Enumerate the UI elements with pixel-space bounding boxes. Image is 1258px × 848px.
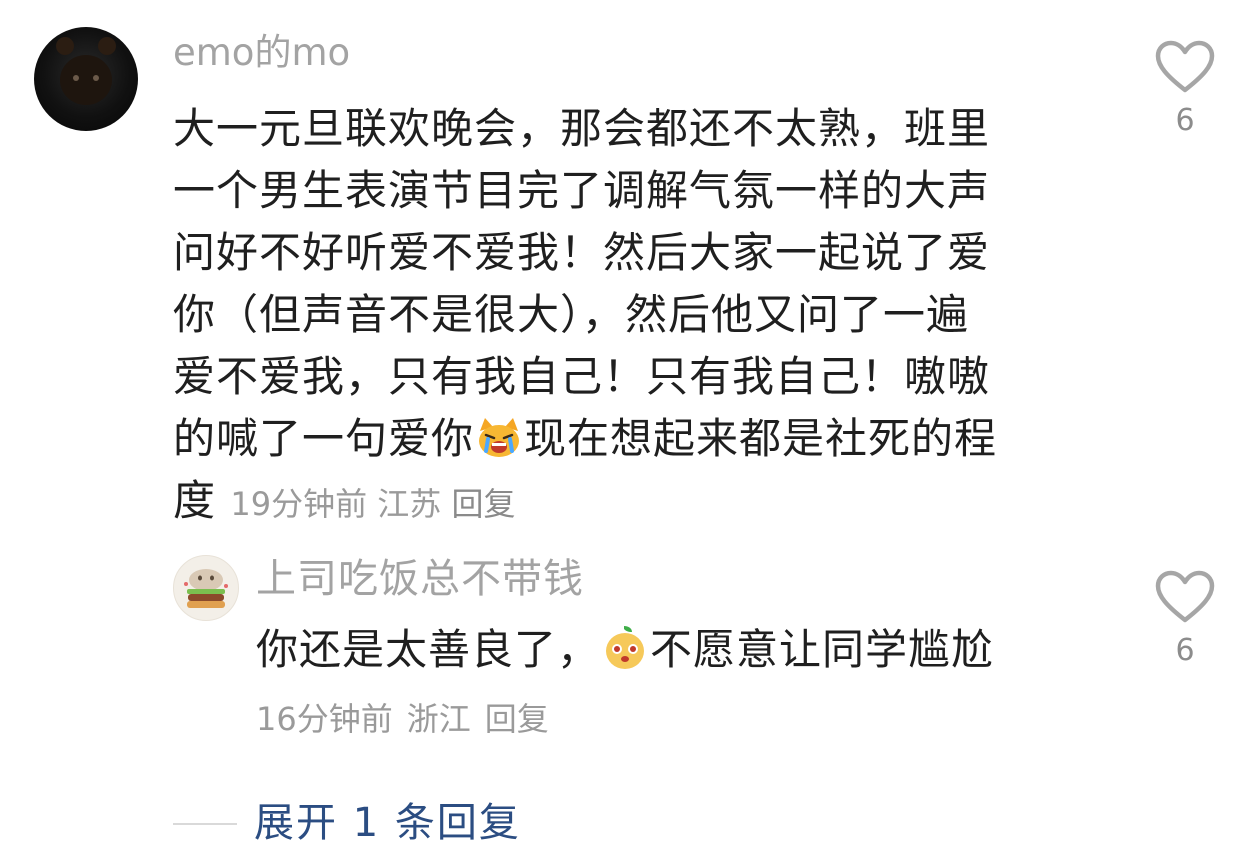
like-button[interactable]: 6: [1150, 40, 1220, 138]
comment-line: 你（但声音不是很大），然后他又问了一遍: [173, 290, 970, 339]
comment-location: 江苏: [377, 485, 442, 523]
burger-avatar-image: [184, 569, 228, 608]
avatar-bear-face: [60, 55, 112, 105]
crying-cat-emoji: [479, 418, 520, 457]
comment-line: 度: [173, 476, 217, 525]
reply-time: 16分钟前: [256, 700, 393, 738]
comment-time: 19分钟前: [230, 485, 368, 523]
reply-username[interactable]: 上司吃饭总不带钱: [256, 553, 584, 605]
orange-face-emoji: [606, 626, 645, 669]
reply-like-count: 6: [1175, 633, 1195, 668]
reply-meta: 16分钟前 浙江 回复: [256, 698, 563, 740]
comment-meta: 19分钟前 江苏 回复: [230, 485, 515, 523]
like-count: 6: [1175, 103, 1195, 138]
comment-username[interactable]: emo的mo: [173, 30, 350, 76]
comment-text: 大一元旦联欢晚会，那会都还不太熟，班里 一个男生表演节目完了调解气氛一样的大声 …: [173, 98, 1073, 535]
comment-line: 问好不好听爱不爱我！然后大家一起说了爱: [173, 228, 991, 277]
reply-avatar[interactable]: [173, 555, 239, 621]
comment-line: 一个男生表演节目完了调解气氛一样的大声: [173, 166, 991, 215]
expand-replies-button[interactable]: 展开 1 条回复: [254, 798, 521, 848]
reply-like-button[interactable]: 6: [1150, 570, 1220, 668]
comment-line: 的喊了一句爱你: [173, 414, 475, 463]
comment-line: 大一元旦联欢晚会，那会都还不太熟，班里: [173, 104, 991, 153]
comment-line: 现在想起来都是社死的程: [524, 414, 998, 463]
comment-line-last: 度 19分钟前 江苏 回复: [173, 470, 1073, 535]
expand-divider: [173, 823, 237, 825]
reply-location: 浙江: [406, 700, 471, 738]
comment-line-with-emoji: 的喊了一句爱你 现在想起来都是社死的程: [173, 408, 1073, 470]
reply-reply-button[interactable]: 回复: [485, 700, 549, 738]
reply-text: 你还是太善良了， 不愿意让同学尴尬: [256, 621, 994, 679]
avatar[interactable]: [34, 27, 138, 131]
heart-icon: [1155, 570, 1215, 623]
comment-line: 爱不爱我，只有我自己！只有我自己！嗷嗷: [173, 352, 991, 401]
heart-icon: [1155, 40, 1215, 93]
reply-button[interactable]: 回复: [451, 485, 515, 523]
reply-text-part: 不愿意让同学尴尬: [650, 625, 995, 674]
reply-text-part: 你还是太善良了，: [256, 625, 601, 674]
